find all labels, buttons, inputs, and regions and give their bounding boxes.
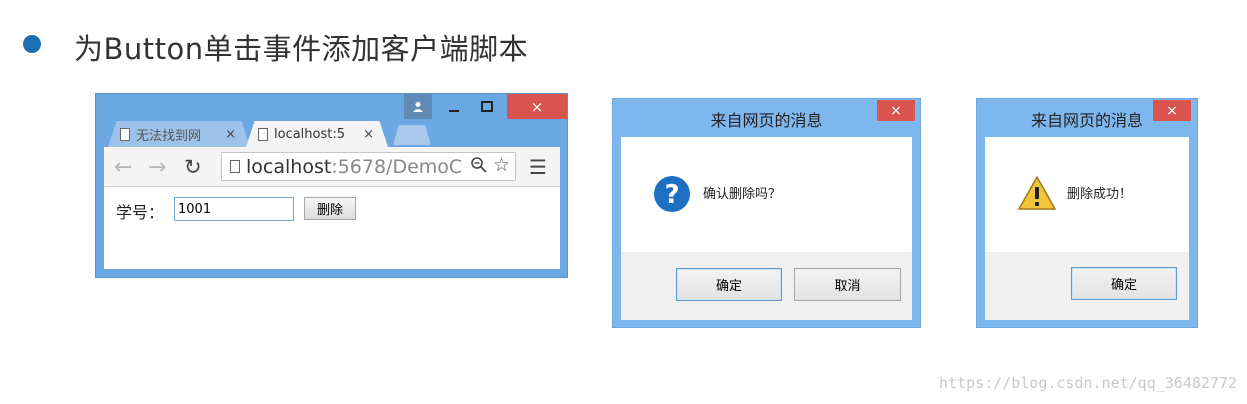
maximize-button[interactable] [474,94,500,119]
address-bar[interactable]: localhost:5678/DemoC ☆ [221,152,516,181]
dialog-body: 删除成功！ [985,137,1189,252]
dialog-footer: 确定 取消 [621,252,912,320]
dialog-close-button[interactable]: × [877,100,915,121]
address-path: :5678/DemoC [331,155,463,178]
browser-toolbar: ← → ↻ localhost:5678/DemoC ☆ ☰ [104,147,560,187]
forward-arrow-icon[interactable]: → [148,155,166,180]
minimize-button[interactable] [441,94,467,119]
tab-not-found[interactable]: 无法找到网 × [108,121,250,147]
cancel-button[interactable]: 取消 [794,268,901,301]
new-tab-button[interactable] [393,125,431,145]
bookmark-star-icon[interactable]: ☆ [493,154,510,176]
tab-close-icon[interactable]: × [225,127,236,142]
reload-icon[interactable]: ↻ [184,155,202,179]
svg-text:?: ? [664,180,679,210]
close-icon: × [530,97,544,116]
delete-button[interactable]: 删除 [304,197,356,220]
user-icon [413,101,423,112]
tab-label: 无法找到网 [136,128,202,144]
close-icon: × [890,102,902,119]
question-icon: ? [654,176,690,212]
window-close-button[interactable]: × [507,94,567,119]
zoom-icon[interactable] [470,156,487,177]
alert-dialog: 来自网页的消息 × 删除成功！ 确定 [976,98,1198,328]
address-host: localhost [246,155,332,178]
browser-window: × 无法找到网 × localhost:5 × ← → ↻ localhost:… [95,93,568,278]
dialog-message: 确认删除吗？ [703,187,782,202]
warning-icon [1017,175,1057,210]
page-content: 学号： 删除 [104,187,560,269]
dialog-body: ? 确认删除吗？ [621,137,912,252]
ok-button[interactable]: 确定 [676,268,782,301]
back-arrow-icon[interactable]: ← [114,155,132,180]
dialog-message: 删除成功！ [1067,187,1133,202]
confirm-dialog: 来自网页的消息 × ? 确认删除吗？ 确定 取消 [612,98,921,328]
tab-localhost[interactable]: localhost:5 × [246,121,388,147]
page-icon [120,127,130,141]
tab-close-icon[interactable]: × [363,127,374,142]
maximize-icon [481,100,493,112]
page-icon [258,127,268,141]
student-id-input[interactable] [174,197,294,221]
dialog-footer: 确定 [985,252,1189,320]
watermark: https://blog.csdn.net/qq_36482772 [938,374,1237,392]
menu-icon[interactable]: ☰ [529,155,547,179]
ok-button[interactable]: 确定 [1071,267,1177,300]
slide-heading: 为Button单击事件添加客户端脚本 [74,32,529,66]
page-icon [230,160,240,173]
dialog-title: 来自网页的消息 [710,111,823,130]
dialog-close-button[interactable]: × [1153,100,1191,121]
tab-label: localhost:5 [274,126,346,142]
student-id-label: 学号： [116,203,165,222]
close-icon: × [1166,102,1178,119]
bullet-point [23,35,41,53]
minimize-icon [449,109,459,112]
profile-button[interactable] [404,94,432,119]
